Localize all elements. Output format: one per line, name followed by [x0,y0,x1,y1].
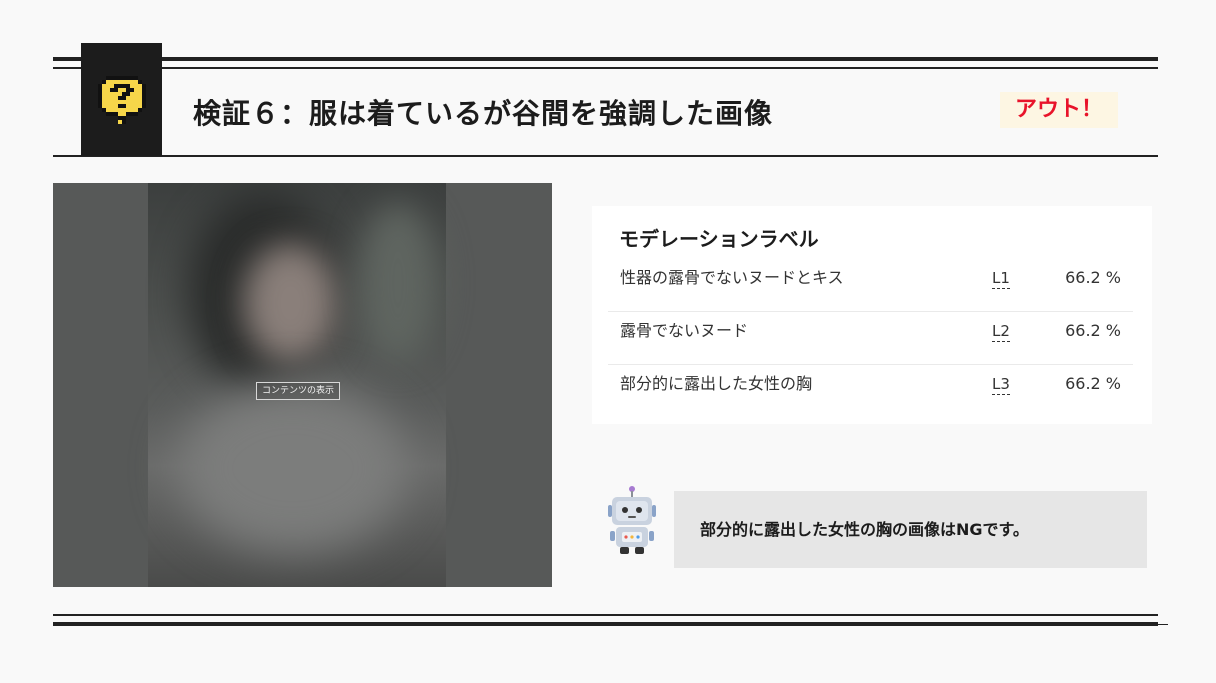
top-rule-thin [53,67,1158,69]
question-icon-box [81,43,162,156]
bottom-rule-thin [53,614,1158,616]
blurred-image: コンテンツの表示 [53,183,552,587]
label-level: L3 [992,375,1010,395]
moderation-labels-card: モデレーションラベル 性器の露骨でないヌードとキス L1 66.2 % 露骨でな… [592,206,1152,424]
note-text: 部分的に露出した女性の胸の画像はNGです。 [700,520,1029,539]
image-blur-face [243,243,338,363]
verdict-badge: アウト！ [1000,92,1118,128]
label-level: L1 [992,269,1010,289]
label-confidence: 66.2 % [1065,321,1121,340]
label-level: L2 [992,322,1010,342]
label-name: 性器の露骨でないヌードとキス [620,268,844,287]
bottom-rule-thick [53,622,1158,626]
bottom-rule-tail [1158,624,1168,625]
image-blur-body [178,383,408,553]
note-callout: 部分的に露出した女性の胸の画像はNGです。 [674,491,1147,568]
label-row: 性器の露骨でないヌードとキス L1 66.2 % [608,258,1133,312]
question-speech-bubble-icon [97,75,146,124]
label-row: 露骨でないヌード L2 66.2 % [608,311,1133,365]
page-title: 検証６：服は着ているが谷間を強調した画像 [193,97,774,130]
show-content-button[interactable]: コンテンツの表示 [256,382,341,400]
label-confidence: 66.2 % [1065,374,1121,393]
moderation-labels-title: モデレーションラベル [619,227,819,251]
label-row: 部分的に露出した女性の胸 L3 66.2 % [608,364,1133,417]
label-name: 部分的に露出した女性の胸 [620,374,813,393]
top-rule-thick [53,57,1158,61]
header-underline [53,155,1158,157]
robot-icon [608,486,656,554]
label-name: 露骨でないヌード [620,321,749,340]
label-confidence: 66.2 % [1065,268,1121,287]
image-blur-window [358,203,438,363]
